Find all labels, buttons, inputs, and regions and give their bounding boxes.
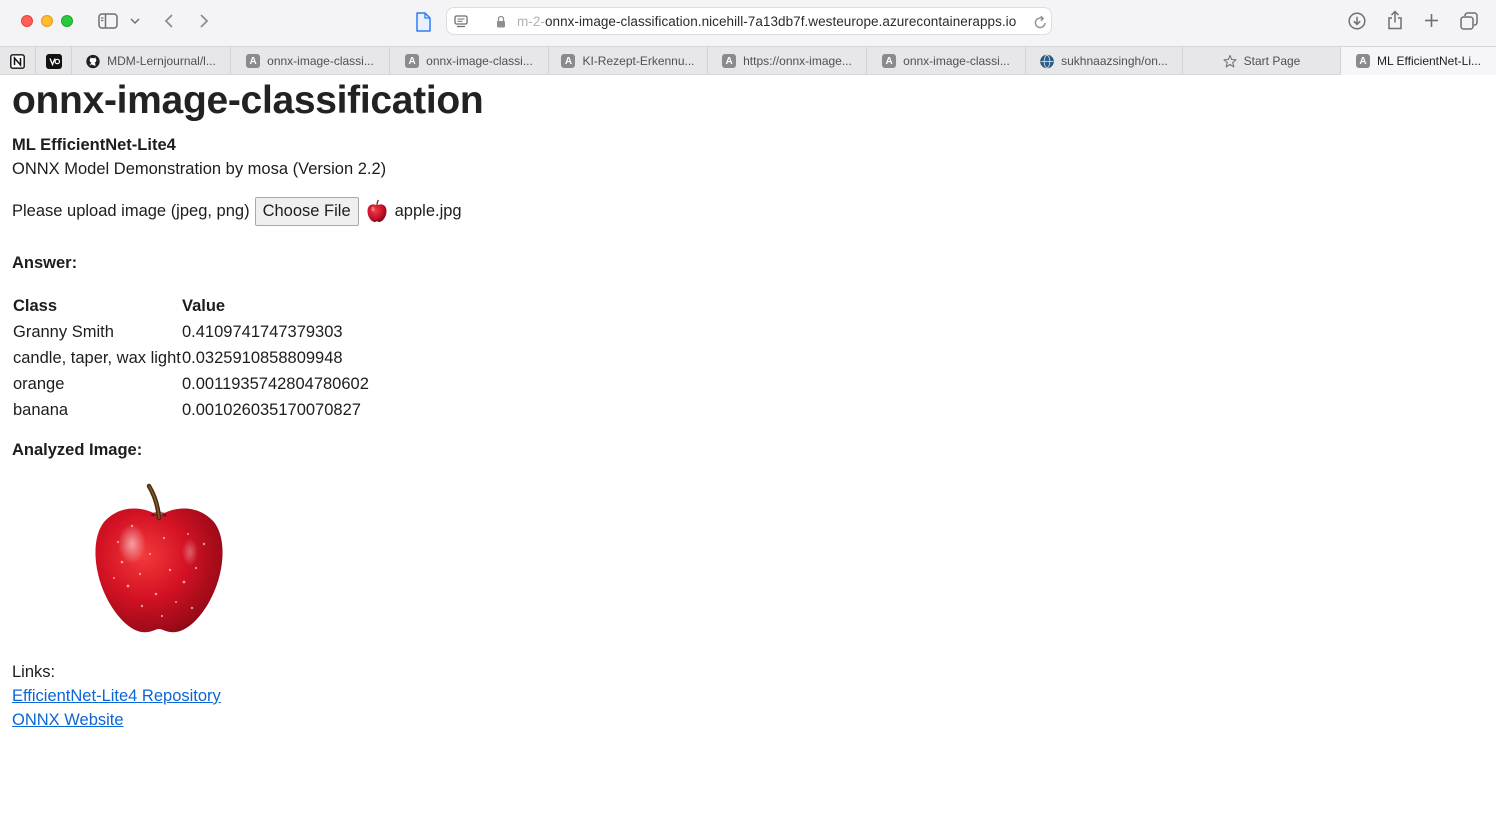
tab-4[interactable]: A KI-Rezept-Erkennu... <box>549 47 708 75</box>
tab-8[interactable]: Start Page <box>1183 47 1341 75</box>
answer-label: Answer: <box>12 254 78 272</box>
column-header-value: Value <box>182 296 226 315</box>
tab-7[interactable]: sukhnaazsingh/on... <box>1026 47 1183 75</box>
notion-icon <box>10 53 25 69</box>
tab-label: MDM-Lernjournal/l... <box>107 54 216 68</box>
pinned-tab-vercel[interactable] <box>36 47 72 75</box>
class-cell: banana <box>13 400 69 419</box>
analyzed-image-label: Analyzed Image: <box>12 441 143 459</box>
letter-a-icon: A <box>1355 54 1370 68</box>
letter-a-icon: A <box>561 54 576 68</box>
column-header-class: Class <box>13 296 58 315</box>
results-table: Class Value Granny Smith 0.4109741747379… <box>13 293 369 423</box>
analyzed-apple-image <box>92 482 227 642</box>
tab-overview-icon[interactable] <box>1459 11 1479 31</box>
letter-a-icon: A <box>882 54 897 68</box>
value-cell: 0.0011935742804780602 <box>182 374 369 393</box>
new-tab-icon[interactable] <box>1422 11 1440 29</box>
url-prefix: m-2- <box>517 14 545 29</box>
file-thumbnail-icon <box>365 199 389 223</box>
letter-a-icon: A <box>722 54 737 68</box>
lock-icon <box>495 14 507 29</box>
tab-label: sukhnaazsingh/on... <box>1061 54 1168 68</box>
page-content: onnx-image-classification ML EfficientNe… <box>12 76 1482 730</box>
tab-9-active[interactable]: A ML EfficientNet-Li... <box>1341 47 1496 75</box>
url-text: m-2-onnx-image-classification.nicehill-7… <box>517 14 1016 29</box>
table-row: orange 0.0011935742804780602 <box>13 371 369 397</box>
download-icon[interactable] <box>1347 11 1367 31</box>
upload-row: Please upload image (jpeg, png) Choose F… <box>12 196 1482 226</box>
value-cell: 0.0325910858809948 <box>182 348 343 367</box>
letter-a-icon: A <box>405 54 420 68</box>
url-host: onnx-image-classification.nicehill-7a13d… <box>544 14 1017 29</box>
class-cell: candle, taper, wax light <box>13 348 181 367</box>
back-arrow-icon[interactable] <box>161 11 177 31</box>
browser-toolbar: m-2-onnx-image-classification.nicehill-7… <box>0 0 1496 46</box>
links-label: Links: <box>12 663 56 681</box>
tab-3[interactable]: A onnx-image-classi... <box>390 47 549 75</box>
window-minimize-button[interactable] <box>41 15 53 27</box>
page-icon[interactable] <box>413 11 433 33</box>
tab-label: onnx-image-classi... <box>903 54 1010 68</box>
tab-label: onnx-image-classi... <box>267 54 374 68</box>
choose-file-button[interactable]: Choose File <box>254 196 359 226</box>
forward-arrow-icon[interactable] <box>196 11 212 31</box>
globe-icon <box>1040 54 1054 68</box>
upload-label: Please upload image (jpeg, png) <box>12 201 250 220</box>
model-subtitle: ML EfficientNet-Lite4 <box>12 136 176 154</box>
value-cell: 0.001026035170070827 <box>182 400 361 419</box>
reader-icon[interactable] <box>453 13 469 29</box>
tab-label: onnx-image-classi... <box>426 54 533 68</box>
tab-label: KI-Rezept-Erkennu... <box>582 54 695 68</box>
letter-a-icon: A <box>246 54 261 68</box>
tab-2[interactable]: A onnx-image-classi... <box>231 47 390 75</box>
efficientnet-repo-link[interactable]: EfficientNet-Lite4 Repository <box>12 686 1482 706</box>
class-cell: Granny Smith <box>13 322 114 341</box>
value-cell: 0.4109741747379303 <box>182 322 343 341</box>
page-title: onnx-image-classification <box>12 79 484 122</box>
tab-label: https://onnx-image... <box>743 54 852 68</box>
selected-file-name: apple.jpg <box>394 201 462 220</box>
chevron-down-icon[interactable] <box>129 15 141 27</box>
share-icon[interactable] <box>1385 9 1405 31</box>
tab-label: Start Page <box>1243 54 1301 68</box>
tab-label: ML EfficientNet-Li... <box>1376 54 1482 68</box>
pinned-tab-notion[interactable] <box>0 47 36 75</box>
window-close-button[interactable] <box>21 15 33 27</box>
onnx-website-link[interactable]: ONNX Website <box>12 710 1482 730</box>
table-row: banana 0.001026035170070827 <box>13 397 369 423</box>
tab-5[interactable]: A https://onnx-image... <box>708 47 867 75</box>
reload-icon[interactable] <box>1032 14 1048 30</box>
tab-bar: MDM-Lernjournal/l... A onnx-image-classi… <box>0 46 1496 75</box>
github-icon <box>86 54 100 68</box>
table-header-row: Class Value <box>13 293 369 319</box>
class-cell: orange <box>13 374 65 393</box>
table-row: candle, taper, wax light 0.0325910858809… <box>13 345 369 371</box>
address-bar[interactable]: m-2-onnx-image-classification.nicehill-7… <box>446 7 1052 35</box>
window-maximize-button[interactable] <box>61 15 73 27</box>
tab-6[interactable]: A onnx-image-classi... <box>867 47 1026 75</box>
star-icon <box>1223 54 1237 68</box>
vercel-icon <box>45 53 62 69</box>
table-row: Granny Smith 0.4109741747379303 <box>13 319 369 345</box>
demo-description: ONNX Model Demonstration by mosa (Versio… <box>12 160 387 178</box>
tab-1[interactable]: MDM-Lernjournal/l... <box>72 47 231 75</box>
sidebar-toggle-icon[interactable] <box>97 12 119 30</box>
